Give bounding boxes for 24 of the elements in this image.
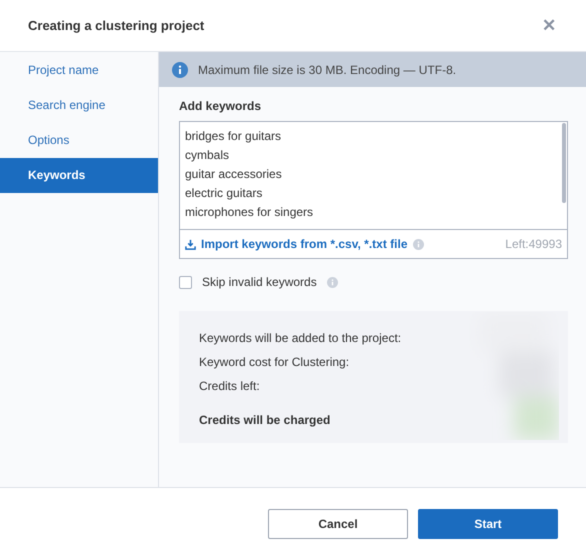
- sidebar-item[interactable]: Options: [0, 123, 158, 158]
- info-icon: [412, 238, 424, 250]
- sidebar-item[interactable]: Search engine: [0, 88, 158, 123]
- keywords-left-count: Left:49993: [505, 237, 562, 251]
- keywords-field[interactable]: bridges for guitars cymbals guitar accessories electric guitars microphones for singers: [180, 122, 567, 230]
- field-label: Add keywords: [179, 99, 262, 113]
- info-text: Maximum file size is 30 MB. Encoding — UTF-8.: [198, 62, 456, 76]
- cancel-button[interactable]: Cancel: [268, 509, 408, 539]
- sidebar-item[interactable]: Keywords: [0, 158, 158, 193]
- info-icon: [172, 62, 188, 78]
- checkbox-label: Skip invalid keywords: [202, 275, 317, 289]
- dialog-title: Creating a clustering project: [28, 18, 204, 33]
- start-button[interactable]: Start: [418, 509, 558, 539]
- checkbox[interactable]: [179, 276, 192, 288]
- close-button[interactable]: ✕: [540, 15, 558, 36]
- import-link[interactable]: Import keywords from *.csv, *.txt file: [201, 237, 408, 251]
- info-icon: [326, 276, 338, 288]
- summary-label: Keyword cost for Clustering:: [199, 354, 350, 371]
- summary-label: Credits left:: [199, 378, 261, 395]
- summary-total: Credits will be charged: [199, 412, 332, 429]
- sidebar-item[interactable]: Project name: [0, 53, 158, 88]
- scrollbar[interactable]: [562, 123, 566, 203]
- download-icon: [185, 238, 196, 250]
- summary-label: Keywords will be added to the project:: [199, 330, 402, 347]
